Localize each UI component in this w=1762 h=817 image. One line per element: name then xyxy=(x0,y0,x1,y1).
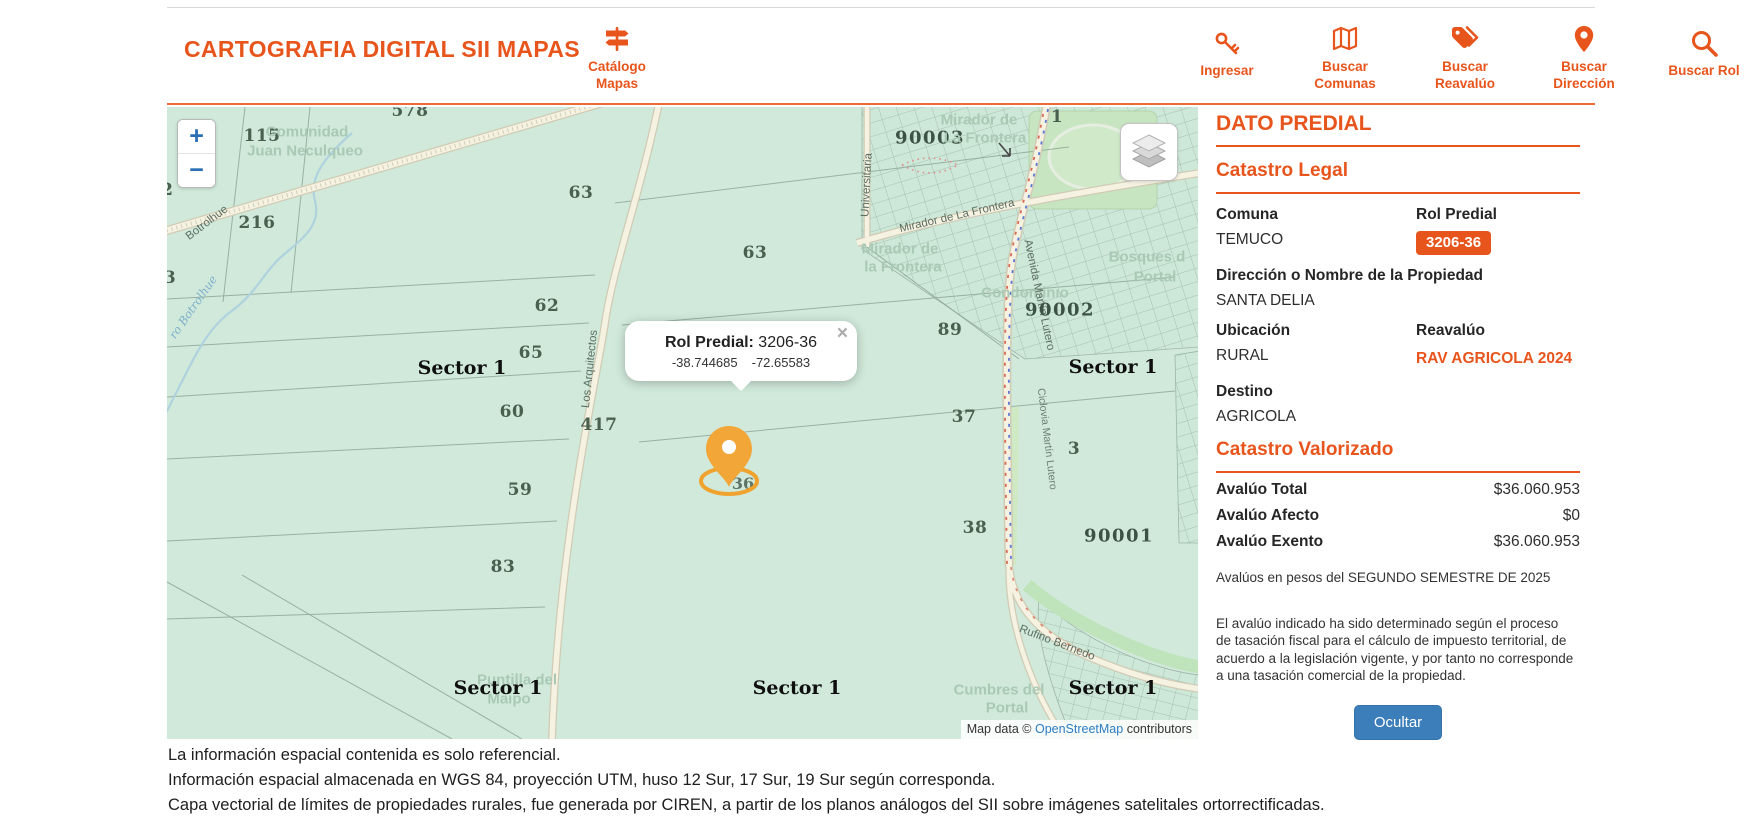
direccion-value: SANTA DELIA xyxy=(1216,292,1315,309)
map-icon xyxy=(1285,22,1405,54)
layers-icon xyxy=(1131,134,1167,168)
destino-value: AGRICOLA xyxy=(1216,408,1297,425)
magnifier-icon xyxy=(1644,26,1762,58)
catastro-legal-title: Catastro Legal xyxy=(1216,147,1580,194)
avaluos-note: Avalúos en pesos del SEGUNDO SEMESTRE DE… xyxy=(1216,570,1551,585)
zoom-out-button[interactable]: − xyxy=(178,154,215,187)
app-window: CARTOGRAFIA DIGITAL SII MAPAS Catálogo M… xyxy=(0,0,1762,817)
key-icon xyxy=(1167,26,1287,58)
zoom-in-button[interactable]: + xyxy=(178,120,215,154)
nav-buscar-direccion[interactable]: Buscar Dirección xyxy=(1524,22,1644,92)
rol-predial-badge: 3206-36 xyxy=(1416,231,1580,255)
destino-label: Destino xyxy=(1216,383,1273,400)
map-basemap: 36 xyxy=(167,107,1198,739)
rol-badge-value: 3206-36 xyxy=(1416,231,1492,255)
ocultar-button[interactable]: Ocultar xyxy=(1353,704,1443,740)
attribution-prefix: Map data © xyxy=(966,722,1035,736)
rol-predial-label: Rol Predial xyxy=(1416,206,1497,223)
popup-label: Rol Predial: xyxy=(664,334,754,351)
avaluo-row: Avalúo Total $36.060.953 xyxy=(1216,481,1580,499)
footer-line: Información espacial almacenada en WGS 8… xyxy=(168,771,996,789)
nav-label: Catálogo Mapas xyxy=(588,59,646,91)
pin-icon xyxy=(1524,22,1644,54)
nav-buscar-rol[interactable]: Buscar Rol xyxy=(1644,26,1762,79)
popup-rol-value: 3206-36 xyxy=(753,334,818,351)
footer-notes: La información espacial contenida es sol… xyxy=(168,743,1728,817)
nav-catalogo-mapas[interactable]: Catálogo Mapas xyxy=(557,22,677,92)
direccion-label: Dirección o Nombre de la Propiedad xyxy=(1216,267,1484,284)
avaluo-disclaimer: El avalúo indicado ha sido determinado s… xyxy=(1216,615,1574,684)
popup-coordinates: -38.744685 -72.65583 xyxy=(635,355,847,370)
avaluo-afecto-value: $0 xyxy=(1562,507,1580,524)
nav-ingresar[interactable]: Ingresar xyxy=(1167,26,1287,79)
avaluo-row: Avalúo Exento $36.060.953 xyxy=(1216,533,1580,551)
nav-label: Buscar Rol xyxy=(1668,63,1740,78)
avaluo-afecto-label: Avalúo Afecto xyxy=(1216,507,1320,524)
comuna-label: Comuna xyxy=(1216,206,1278,223)
popup-lng: -72.65583 xyxy=(751,355,811,370)
popup-close-icon[interactable]: × xyxy=(837,324,848,344)
header: CARTOGRAFIA DIGITAL SII MAPAS Catálogo M… xyxy=(167,8,1740,105)
layers-button[interactable] xyxy=(1120,123,1178,181)
avaluo-exento-value: $36.060.953 xyxy=(1493,533,1580,550)
catastro-valorizado-title: Catastro Valorizado xyxy=(1216,426,1580,473)
avaluo-exento-label: Avalúo Exento xyxy=(1216,533,1324,550)
openstreetmap-link[interactable]: OpenStreetMap xyxy=(1035,722,1123,736)
dato-predial-panel: DATO PREDIAL Catastro Legal Comuna Rol P… xyxy=(1216,104,1580,740)
map-popup: × Rol Predial: 3206-36 -38.744685 -72.655… xyxy=(625,321,857,391)
signpost-icon xyxy=(557,22,677,54)
comuna-value: TEMUCO xyxy=(1216,231,1284,248)
popup-lat: -38.744685 xyxy=(671,355,738,370)
map-canvas[interactable]: 36 578115ComunidadJuan Neculqueo2162123B… xyxy=(167,107,1198,739)
nav-label: Ingresar xyxy=(1200,63,1254,78)
avaluo-row: Avalúo Afecto $0 xyxy=(1216,507,1580,525)
footer-line: La información espacial contenida es sol… xyxy=(168,746,561,764)
reavaluo-label: Reavalúo xyxy=(1416,322,1485,339)
app-title: CARTOGRAFIA DIGITAL SII MAPAS xyxy=(184,36,580,62)
reavaluo-value: RAV AGRICOLA 2024 xyxy=(1416,350,1573,367)
attribution-suffix: contributors xyxy=(1123,722,1192,736)
ubicacion-value: RURAL xyxy=(1216,347,1269,364)
panel-title: DATO PREDIAL xyxy=(1216,104,1580,147)
zoom-control: + − xyxy=(177,119,216,188)
nav-label: Buscar Comunas xyxy=(1314,59,1376,91)
avaluo-total-value: $36.060.953 xyxy=(1493,481,1580,498)
map-attribution: Map data © OpenStreetMap contributors xyxy=(960,720,1198,739)
popup-tail xyxy=(730,380,752,391)
tag-icon xyxy=(1405,22,1525,54)
nav-buscar-comunas[interactable]: Buscar Comunas xyxy=(1285,22,1405,92)
nav-label: Buscar Reavalúo xyxy=(1434,59,1496,91)
ubicacion-label: Ubicación xyxy=(1216,322,1291,339)
popup-title: Rol Predial: 3206-36 xyxy=(635,334,847,352)
footer-line: Capa vectorial de límites de propiedades… xyxy=(168,796,1325,814)
avaluo-total-label: Avalúo Total xyxy=(1216,481,1308,498)
nav-buscar-reavaluo[interactable]: Buscar Reavalúo xyxy=(1405,22,1525,92)
nav-label: Buscar Dirección xyxy=(1553,59,1615,91)
